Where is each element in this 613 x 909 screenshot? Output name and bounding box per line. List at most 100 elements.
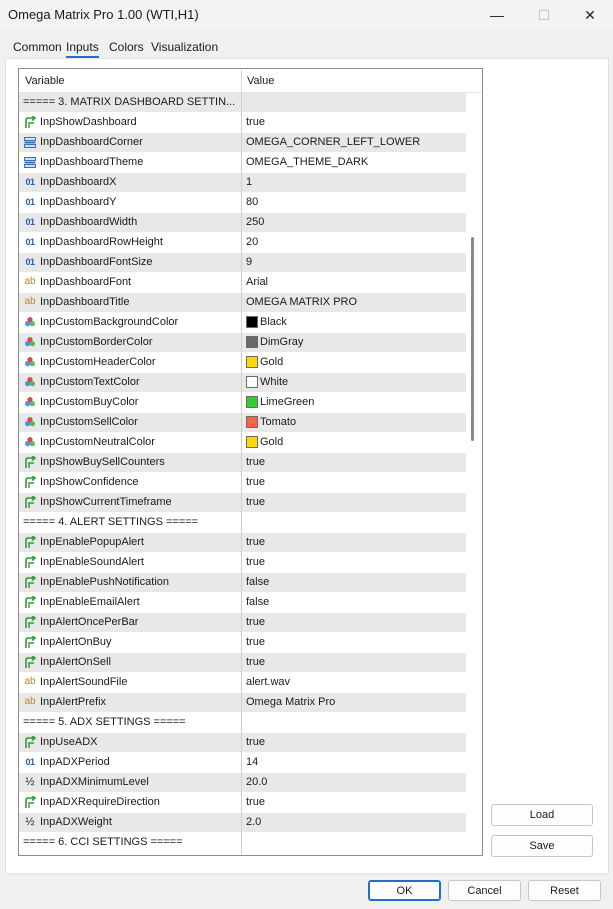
color-swatch[interactable] bbox=[246, 416, 258, 428]
cell-divider bbox=[241, 433, 242, 453]
color-swatch[interactable] bbox=[246, 396, 258, 408]
parameter-value[interactable]: Tomato bbox=[260, 416, 296, 428]
parameter-row[interactable]: InpDashboardTheme OMEGA_THEME_DARK bbox=[19, 153, 466, 173]
parameter-row[interactable]: InpCustomBorderColor DimGray bbox=[19, 333, 466, 353]
section-header-row[interactable]: ===== 5. ADX SETTINGS ===== bbox=[19, 713, 466, 733]
parameter-row[interactable]: ab InpAlertPrefix Omega Matrix Pro bbox=[19, 693, 466, 713]
parameter-value[interactable]: 20 bbox=[246, 236, 258, 248]
tab-visualization[interactable]: Visualization bbox=[151, 40, 218, 54]
parameter-value[interactable]: LimeGreen bbox=[260, 396, 314, 408]
parameter-value[interactable]: true bbox=[246, 556, 265, 568]
section-header-row[interactable]: ===== 4. ALERT SETTINGS ===== bbox=[19, 513, 466, 533]
parameter-value[interactable]: OMEGA_THEME_DARK bbox=[246, 156, 368, 168]
parameter-value[interactable]: 80 bbox=[246, 196, 258, 208]
parameter-row[interactable]: ab InpDashboardTitle OMEGA MATRIX PRO bbox=[19, 293, 466, 313]
parameter-value[interactable]: true bbox=[246, 456, 265, 468]
tab-inputs[interactable]: Inputs bbox=[66, 40, 99, 58]
parameter-row[interactable]: InpEnableEmailAlert false bbox=[19, 593, 466, 613]
parameter-row[interactable]: InpEnablePopupAlert true bbox=[19, 533, 466, 553]
parameter-value[interactable]: Gold bbox=[260, 356, 283, 368]
parameter-row[interactable]: ½ InpADXMinimumLevel 20.0 bbox=[19, 773, 466, 793]
parameter-row[interactable]: InpAlertOnSell true bbox=[19, 653, 466, 673]
column-header-value[interactable]: Value bbox=[247, 75, 274, 87]
minimize-button[interactable]: — bbox=[474, 0, 520, 30]
load-button[interactable]: Load bbox=[491, 804, 593, 826]
save-button[interactable]: Save bbox=[491, 835, 593, 857]
parameter-row[interactable]: InpUseADX true bbox=[19, 733, 466, 753]
color-swatch[interactable] bbox=[246, 436, 258, 448]
parameter-value[interactable]: true bbox=[246, 476, 265, 488]
parameter-row[interactable]: InpShowBuySellCounters true bbox=[19, 453, 466, 473]
color-swatch[interactable] bbox=[246, 376, 258, 388]
parameter-value[interactable]: true bbox=[246, 636, 265, 648]
vertical-scrollbar[interactable] bbox=[466, 93, 482, 855]
parameter-row[interactable]: InpDashboardCorner OMEGA_CORNER_LEFT_LOWE… bbox=[19, 133, 466, 153]
ok-button[interactable]: OK bbox=[368, 880, 441, 901]
parameter-value[interactable]: DimGray bbox=[260, 336, 303, 348]
parameter-value[interactable]: true bbox=[246, 796, 265, 808]
parameter-value[interactable]: OMEGA_CORNER_LEFT_LOWER bbox=[246, 136, 420, 148]
parameter-row[interactable]: InpShowCurrentTimeframe true bbox=[19, 493, 466, 513]
parameter-value[interactable]: 20.0 bbox=[246, 776, 267, 788]
parameter-value[interactable]: 14 bbox=[246, 756, 258, 768]
parameter-row[interactable]: 01 InpDashboardY 80 bbox=[19, 193, 466, 213]
parameter-value[interactable]: Black bbox=[260, 316, 287, 328]
parameter-value[interactable]: true bbox=[246, 616, 265, 628]
parameter-value[interactable]: 250 bbox=[246, 216, 264, 228]
parameter-value[interactable]: Omega Matrix Pro bbox=[246, 696, 335, 708]
parameter-value[interactable]: true bbox=[246, 496, 265, 508]
tab-colors[interactable]: Colors bbox=[109, 40, 144, 54]
color-swatch[interactable] bbox=[246, 316, 258, 328]
parameter-value[interactable]: 1 bbox=[246, 176, 252, 188]
parameter-row[interactable]: ab InpAlertSoundFile alert.wav bbox=[19, 673, 466, 693]
parameter-value[interactable]: false bbox=[246, 596, 269, 608]
parameter-row[interactable]: 01 InpDashboardFontSize 9 bbox=[19, 253, 466, 273]
parameter-row[interactable]: InpAlertOnBuy true bbox=[19, 633, 466, 653]
parameter-value[interactable]: true bbox=[246, 656, 265, 668]
color-swatch[interactable] bbox=[246, 356, 258, 368]
parameter-row[interactable]: 01 InpADXPeriod 14 bbox=[19, 753, 466, 773]
parameter-value[interactable]: 9 bbox=[246, 256, 252, 268]
maximize-button[interactable]: ☐ bbox=[521, 0, 567, 30]
parameter-value[interactable]: White bbox=[260, 376, 288, 388]
parameter-name: InpUseADX bbox=[40, 736, 98, 748]
cancel-button[interactable]: Cancel bbox=[448, 880, 521, 901]
parameter-value[interactable]: Gold bbox=[260, 436, 283, 448]
cell-divider bbox=[241, 713, 242, 733]
parameter-value[interactable]: OMEGA MATRIX PRO bbox=[246, 296, 357, 308]
parameter-value[interactable]: true bbox=[246, 736, 265, 748]
section-header-row[interactable]: ===== 6. CCI SETTINGS ===== bbox=[19, 833, 466, 853]
tab-common[interactable]: Common bbox=[13, 40, 62, 54]
parameter-value[interactable]: false bbox=[246, 576, 269, 588]
scrollbar-thumb[interactable] bbox=[471, 237, 474, 441]
column-header-variable[interactable]: Variable bbox=[25, 75, 65, 87]
parameter-name: InpCustomTextColor bbox=[40, 376, 140, 388]
parameter-value[interactable]: true bbox=[246, 116, 265, 128]
parameter-value[interactable]: alert.wav bbox=[246, 676, 290, 688]
reset-button[interactable]: Reset bbox=[528, 880, 601, 901]
parameter-row[interactable]: InpCustomHeaderColor Gold bbox=[19, 353, 466, 373]
parameter-row[interactable]: InpShowDashboard true bbox=[19, 113, 466, 133]
parameter-row[interactable]: InpCustomBackgroundColor Black bbox=[19, 313, 466, 333]
inputs-grid: Variable Value ===== 3. MATRIX DASHBOARD… bbox=[18, 68, 483, 856]
parameter-row[interactable]: 01 InpDashboardX 1 bbox=[19, 173, 466, 193]
close-button[interactable]: ✕ bbox=[567, 0, 613, 30]
parameter-row[interactable]: 01 InpDashboardWidth 250 bbox=[19, 213, 466, 233]
parameter-row[interactable]: InpCustomSellColor Tomato bbox=[19, 413, 466, 433]
parameter-row[interactable]: InpADXRequireDirection true bbox=[19, 793, 466, 813]
parameter-value[interactable]: 2.0 bbox=[246, 816, 261, 828]
section-header-row[interactable]: ===== 3. MATRIX DASHBOARD SETTIN... bbox=[19, 93, 466, 113]
parameter-row[interactable]: InpShowConfidence true bbox=[19, 473, 466, 493]
parameter-value[interactable]: Arial bbox=[246, 276, 268, 288]
parameter-value[interactable]: true bbox=[246, 536, 265, 548]
parameter-row[interactable]: InpCustomBuyColor LimeGreen bbox=[19, 393, 466, 413]
parameter-row[interactable]: 01 InpDashboardRowHeight 20 bbox=[19, 233, 466, 253]
parameter-row[interactable]: InpCustomNeutralColor Gold bbox=[19, 433, 466, 453]
parameter-row[interactable]: InpEnableSoundAlert true bbox=[19, 553, 466, 573]
color-swatch[interactable] bbox=[246, 336, 258, 348]
parameter-row[interactable]: InpEnablePushNotification false bbox=[19, 573, 466, 593]
parameter-row[interactable]: InpAlertOncePerBar true bbox=[19, 613, 466, 633]
parameter-row[interactable]: InpCustomTextColor White bbox=[19, 373, 466, 393]
parameter-row[interactable]: ½ InpADXWeight 2.0 bbox=[19, 813, 466, 833]
parameter-row[interactable]: ab InpDashboardFont Arial bbox=[19, 273, 466, 293]
